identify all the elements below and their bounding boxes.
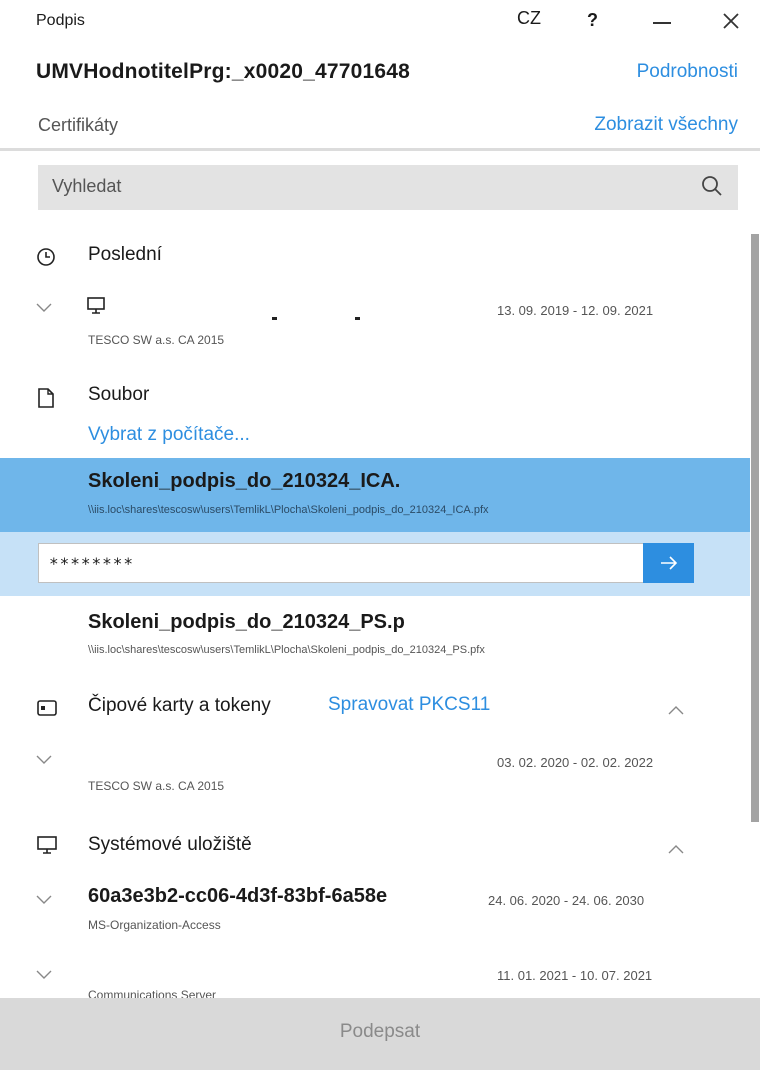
file-name: Skoleni_podpis_do_210324_ICA. <box>88 470 401 492</box>
footer: Podepsat <box>0 998 760 1070</box>
monitor-icon <box>36 835 58 860</box>
choose-from-computer-link[interactable]: Vybrat z počítače... <box>88 424 250 446</box>
section-recent-title: Poslední <box>88 244 162 265</box>
help-button[interactable]: ? <box>587 10 598 31</box>
section-smartcards-title: Čipové karty a tokeny <box>88 695 271 716</box>
section-file-title: Soubor <box>88 384 150 405</box>
search-placeholder: Vyhledat <box>52 176 122 196</box>
scrollbar-thumb[interactable] <box>751 234 759 822</box>
title-bar: Podpis CZ ? <box>0 0 760 46</box>
validity-dates: 24. 06. 2020 - 24. 06. 2030 <box>488 893 645 908</box>
search-input[interactable]: Vyhledat <box>38 165 738 210</box>
section-system-store-title: Systémové uložiště <box>88 834 252 855</box>
redaction-mark <box>355 317 360 320</box>
validity-dates: 11. 01. 2021 - 10. 07. 2021 <box>497 968 653 983</box>
document-name: UMVHodnotitelPrg:_x0020_47701648 <box>36 60 411 83</box>
chevron-up-icon[interactable] <box>668 841 684 859</box>
chevron-down-icon[interactable] <box>36 892 52 904</box>
certificates-label: Certifikáty <box>38 115 119 135</box>
file-item-selected[interactable]: Skoleni_podpis_do_210324_ICA. \\iis.loc\… <box>0 458 750 532</box>
issuer-label: TESCO SW a.s. CA 2015 <box>88 779 225 793</box>
file-name[interactable]: Skoleni_podpis_do_210324_PS.p <box>88 611 405 634</box>
chevron-down-icon[interactable] <box>36 967 52 979</box>
chevron-down-icon[interactable] <box>36 300 52 312</box>
validity-dates: 03. 02. 2020 - 02. 02. 2022 <box>497 755 654 770</box>
file-path: \\iis.loc\shares\tescosw\users\TemlikL\P… <box>88 644 485 656</box>
minimize-icon[interactable] <box>653 10 673 30</box>
chevron-up-icon[interactable] <box>668 702 684 720</box>
file-path: \\iis.loc\shares\tescosw\users\TemlikL\P… <box>88 504 489 516</box>
issuer-label: MS-Organization-Access <box>88 918 221 932</box>
details-link[interactable]: Podrobnosti <box>637 61 738 83</box>
issuer-label: TESCO SW a.s. CA 2015 <box>88 333 225 347</box>
language-button[interactable]: CZ <box>517 8 541 29</box>
show-all-link[interactable]: Zobrazit všechny <box>594 114 738 136</box>
certificate-name[interactable]: 60a3e3b2-cc06-4d3f-83bf-6a58e <box>88 885 480 908</box>
confirm-button[interactable] <box>643 543 694 583</box>
password-field[interactable]: ******** <box>38 543 644 583</box>
search-icon[interactable] <box>700 174 724 203</box>
file-icon <box>36 387 56 414</box>
scrollbar[interactable] <box>750 222 760 998</box>
manage-pkcs11-link[interactable]: Spravovat PKCS11 <box>328 694 490 716</box>
arrow-right-icon <box>659 554 679 577</box>
divider <box>0 148 760 151</box>
redaction-mark <box>272 317 277 320</box>
sign-button[interactable]: Podepsat <box>0 998 760 1070</box>
monitor-icon <box>86 296 106 321</box>
close-icon[interactable] <box>720 10 742 32</box>
window-title: Podpis <box>36 12 85 29</box>
chevron-down-icon[interactable] <box>36 752 52 764</box>
smartcard-icon <box>36 699 58 722</box>
validity-dates: 13. 09. 2019 - 12. 09. 2021 <box>497 303 654 318</box>
clock-icon <box>36 247 56 272</box>
